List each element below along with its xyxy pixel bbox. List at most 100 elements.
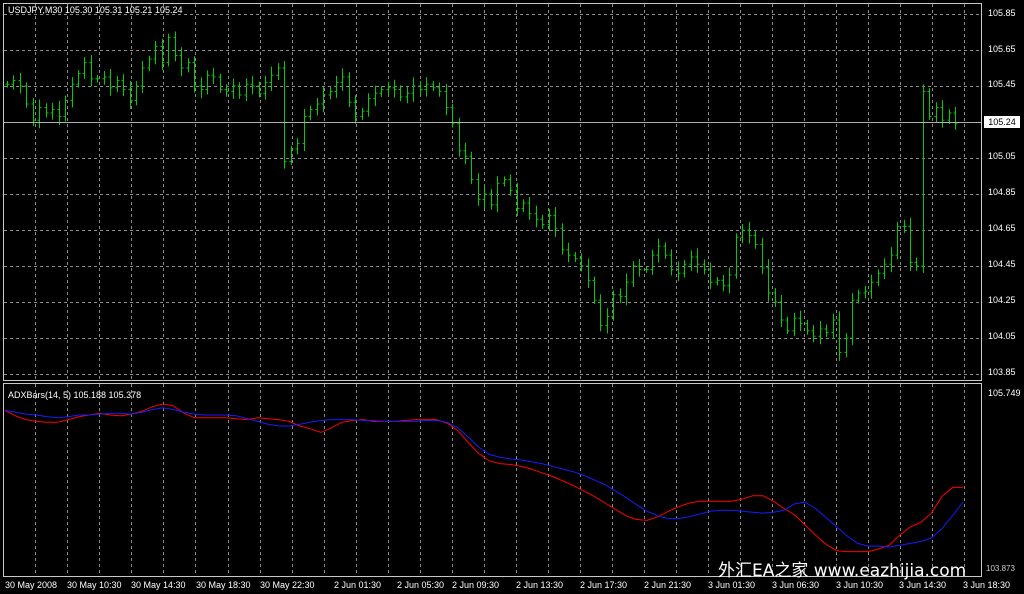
price-tick: 105.45 <box>988 79 1016 89</box>
ohlc-bar <box>560 223 565 255</box>
ohlc-bar <box>482 185 487 209</box>
ohlc-bar <box>302 109 307 152</box>
ohlc-bar <box>70 77 75 108</box>
ohlc-bar <box>766 259 771 302</box>
ohlc-bar <box>179 47 184 77</box>
ohlc-bar <box>818 320 823 345</box>
time-tick: 30 May 22:30 <box>260 580 315 590</box>
ohlc-bar <box>727 267 732 294</box>
indicator-pane-border <box>3 383 982 577</box>
ohlc-bar <box>82 57 87 79</box>
price-tick: 103.85 <box>988 367 1016 377</box>
ohlc-bar <box>540 214 545 229</box>
ohlc-bar <box>940 100 945 128</box>
ohlc-bar <box>702 259 707 275</box>
ohlc-bar <box>295 138 300 155</box>
ohlc-bar <box>153 41 158 65</box>
time-tick: 3 Jun 06:30 <box>772 580 820 590</box>
ohlc-bar <box>95 75 100 83</box>
ohlc-bar <box>405 86 410 104</box>
ohlc-bar <box>882 258 887 280</box>
ohlc-bar <box>282 60 287 169</box>
ohlc-bar <box>276 63 281 81</box>
ohlc-bar <box>605 308 610 334</box>
time-tick: 30 May 2008 <box>5 580 58 590</box>
ohlc-bar <box>747 221 752 244</box>
ohlc-bar <box>463 142 468 165</box>
ohlc-bar <box>850 293 855 346</box>
current-price-badge: 105.24 <box>984 116 1020 128</box>
ohlc-bar <box>721 275 726 292</box>
ohlc-bar <box>650 249 655 275</box>
ohlc-bar <box>876 269 881 286</box>
time-tick: 2 Jun 01:30 <box>334 580 382 590</box>
grid-lines <box>4 4 981 576</box>
ohlc-bar <box>669 249 674 276</box>
ohlc-bar <box>844 333 849 358</box>
ohlc-bar <box>360 107 365 120</box>
time-tick: 3 Jun 10:30 <box>836 580 884 590</box>
ohlc-bar <box>573 251 578 263</box>
ohlc-bar <box>927 88 932 120</box>
ohlc-bar <box>37 99 42 129</box>
time-tick: 3 Jun 01:30 <box>708 580 756 590</box>
watermark: 外汇EA之家 www.eazhijia.com <box>718 561 967 581</box>
ohlc-bar <box>740 224 745 244</box>
ohlc-bar <box>521 199 526 213</box>
ohlc-bar <box>173 31 178 62</box>
ohlc-bar <box>250 76 255 95</box>
ohlc-bar <box>134 81 139 106</box>
ohlc-bar <box>269 66 274 92</box>
ohlc-bar <box>908 217 913 272</box>
ohlc-bar <box>856 289 861 304</box>
ohlc-bar <box>450 103 455 128</box>
ohlc-bar <box>392 79 397 98</box>
ohlc-bar <box>831 313 836 340</box>
chart-canvas <box>3 3 982 577</box>
time-tick: 2 Jun 17:30 <box>580 580 628 590</box>
ohlc-bar <box>592 276 597 304</box>
ohlc-bar <box>347 72 352 108</box>
ohlc-bar <box>869 274 874 299</box>
ohlc-bar <box>792 312 797 337</box>
indicator-pane-title: ADXBars(14, 5) 105.188 105.378 <box>8 390 142 400</box>
ohlc-bar <box>637 258 642 277</box>
price-tick: 105.85 <box>988 8 1016 18</box>
ohlc-bar <box>914 257 919 271</box>
ohlc-bar <box>760 237 765 275</box>
ohlc-bar <box>598 294 603 332</box>
time-tick: 3 Jun 18:30 <box>963 580 1011 590</box>
ohlc-bar <box>398 85 403 102</box>
ohlc-bar <box>953 107 958 130</box>
ohlc-bar <box>734 233 739 279</box>
ohlc-bar <box>379 85 384 97</box>
ohlc-bar <box>895 222 900 260</box>
ohlc-bar <box>476 173 481 206</box>
ohlc-bar <box>489 189 494 210</box>
time-tick: 2 Jun 21:30 <box>644 580 692 590</box>
time-tick: 2 Jun 13:30 <box>516 580 564 590</box>
ohlc-bar <box>50 102 55 120</box>
indicator-top-value: 105.749 <box>988 388 1021 398</box>
ohlc-bar <box>934 102 939 122</box>
ohlc-bar <box>837 311 842 362</box>
ohlc-bar <box>715 277 720 286</box>
ohlc-bar <box>624 273 629 306</box>
ohlc-bar <box>811 324 816 343</box>
ohlc-bar <box>44 103 49 118</box>
ohlc-bar <box>631 261 636 288</box>
main-pane-border <box>3 3 982 381</box>
ohlc-bar <box>682 259 687 278</box>
ohlc-bar <box>824 324 829 337</box>
ohlc-bar <box>708 262 713 290</box>
ohlc-bar <box>695 248 700 273</box>
price-tick: 104.45 <box>988 259 1016 269</box>
indicator-bottom-value: 103.873 <box>986 564 1015 573</box>
time-tick: 30 May 14:30 <box>131 580 186 590</box>
ohlc-bar <box>102 71 107 85</box>
ohlc-bar <box>773 288 778 307</box>
ohlc-bar <box>121 74 126 97</box>
ohlc-bar <box>618 288 623 304</box>
ohlc-bar <box>340 68 345 92</box>
ohlc-bar <box>218 73 223 93</box>
